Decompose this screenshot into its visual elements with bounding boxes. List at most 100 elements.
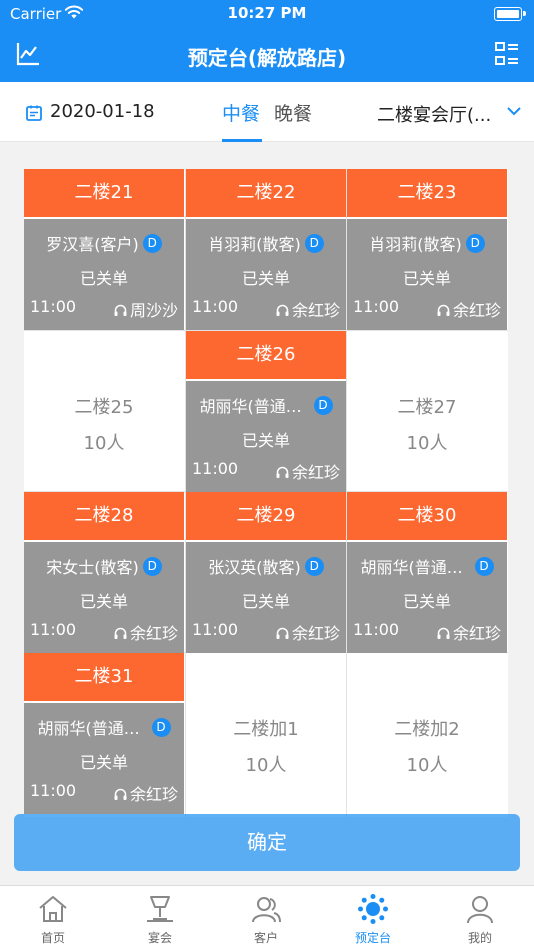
clock: 10:27 PM: [227, 4, 307, 22]
staff-name: 余红珍: [291, 301, 340, 320]
headset-icon: [114, 304, 127, 316]
battery-icon: [494, 7, 526, 21]
booking-info: 肖羽莉(散客) D 已关单 11:00 余红珍: [347, 219, 507, 330]
headset-icon: [276, 627, 289, 639]
booking-status: 已关单: [79, 753, 128, 772]
room-name: 二楼加1: [233, 719, 299, 740]
hall-selector[interactable]: 二楼宴会厅(...: [377, 101, 491, 127]
room-card-booked[interactable]: 二楼28 宋女士(散客) D 已关单 11:00 余红珍: [24, 492, 184, 653]
room-capacity: 10人: [406, 433, 448, 454]
room-name: 二楼31: [24, 653, 184, 701]
confirm-button[interactable]: 确定: [14, 814, 520, 871]
booking-status: 已关单: [402, 592, 451, 611]
guest-name: 胡丽华(普通会员): [199, 397, 310, 416]
tab-label: 客户: [253, 931, 278, 945]
room-card-empty[interactable]: 二楼加1 10人: [186, 653, 346, 814]
room-name: 二楼25: [74, 397, 134, 418]
room-card-booked[interactable]: 二楼21 罗汉喜(客户) D 已关单 11:00 周沙沙: [24, 169, 184, 330]
d-badge-icon: D: [465, 233, 485, 253]
staff-name: 余红珍: [291, 463, 340, 482]
room-name: 二楼加2: [394, 719, 460, 740]
tab-profile[interactable]: 我的: [427, 886, 533, 950]
guest-name: 罗汉喜(客户): [46, 235, 139, 254]
booking-status: 已关单: [241, 431, 290, 450]
room-grid: 二楼21 罗汉喜(客户) D 已关单 11:00 周沙沙 二楼22 肖羽莉(散客)…: [24, 169, 508, 817]
guest-name: 肖羽莉(散客): [208, 235, 301, 254]
guest-name: 宋女士(散客): [46, 558, 139, 577]
date-picker[interactable]: 2020-01-18: [50, 101, 155, 122]
booking-icon: [358, 894, 388, 924]
room-card-empty[interactable]: 二楼25 10人: [24, 331, 184, 492]
headset-icon: [114, 788, 127, 800]
booking-time: 11:00: [30, 620, 77, 639]
guest-name: 胡丽华(普通会员): [37, 719, 148, 738]
booking-status: 已关单: [241, 592, 290, 611]
room-card-booked[interactable]: 二楼26 胡丽华(普通会员)D 已关单 11:00 余红珍: [186, 331, 346, 492]
tab-bar: 首页 宴会 客户 预定台 我的: [0, 885, 534, 950]
booking-info: 肖羽莉(散客) D 已关单 11:00 余红珍: [186, 219, 346, 330]
room-name: 二楼23: [347, 169, 507, 217]
room-name: 二楼21: [24, 169, 184, 217]
staff-name: 余红珍: [452, 301, 501, 320]
page-title: 预定台(解放路店): [187, 46, 347, 70]
tab-label: 首页: [40, 931, 65, 945]
booking-time: 11:00: [192, 297, 239, 316]
booking-status: 已关单: [241, 269, 290, 288]
room-card-booked[interactable]: 二楼30 胡丽华(普通会员)D 已关单 11:00 余红珍: [347, 492, 507, 653]
room-card-booked[interactable]: 二楼22 肖羽莉(散客) D 已关单 11:00 余红珍: [186, 169, 346, 330]
home-icon: [39, 896, 67, 922]
booking-info: 胡丽华(普通会员)D 已关单 11:00 余红珍: [186, 381, 346, 492]
d-badge-icon: D: [142, 233, 162, 253]
banquet-icon: [147, 896, 173, 922]
staff-name: 余红珍: [129, 624, 178, 643]
staff-name: 余红珍: [452, 624, 501, 643]
nav-bar: 预定台(解放路店): [0, 30, 534, 82]
guest-name: 张汉英(散客): [208, 558, 301, 577]
calendar-icon[interactable]: [25, 104, 43, 122]
headset-icon: [276, 304, 289, 316]
booking-info: 罗汉喜(客户) D 已关单 11:00 周沙沙: [24, 219, 184, 330]
profile-icon: [467, 896, 493, 924]
booking-time: 11:00: [30, 297, 77, 316]
list-menu-icon[interactable]: [494, 40, 520, 68]
room-name: 二楼29: [186, 492, 346, 540]
booking-time: 11:00: [192, 620, 239, 639]
room-card-empty[interactable]: 二楼加2 10人: [347, 653, 507, 814]
booking-info: 宋女士(散客) D 已关单 11:00 余红珍: [24, 542, 184, 653]
tab-home[interactable]: 首页: [0, 886, 106, 950]
d-badge-icon: D: [474, 556, 494, 576]
d-badge-icon: D: [313, 395, 333, 415]
tab-banquet[interactable]: 宴会: [107, 886, 213, 950]
room-capacity: 10人: [245, 755, 287, 776]
tab-customer[interactable]: 客户: [213, 886, 319, 950]
room-card-booked[interactable]: 二楼23 肖羽莉(散客) D 已关单 11:00 余红珍: [347, 169, 507, 330]
headset-icon: [114, 627, 127, 639]
tab-label: 宴会: [147, 931, 172, 945]
room-card-booked[interactable]: 二楼31 胡丽华(普通会员)D 已关单 11:00 余红珍: [24, 653, 184, 814]
booking-info: 张汉英(散客) D 已关单 11:00 余红珍: [186, 542, 346, 653]
d-badge-icon: D: [304, 233, 324, 253]
d-badge-icon: D: [142, 556, 162, 576]
headset-icon: [437, 304, 450, 316]
room-capacity: 10人: [406, 755, 448, 776]
room-name: 二楼26: [186, 331, 346, 379]
guest-name: 胡丽华(普通会员): [360, 558, 471, 577]
active-tab-indicator: [222, 139, 262, 142]
room-card-booked[interactable]: 二楼29 张汉英(散客) D 已关单 11:00 余红珍: [186, 492, 346, 653]
tab-booking[interactable]: 预定台: [320, 886, 426, 950]
booking-time: 11:00: [192, 459, 239, 478]
booking-status: 已关单: [402, 269, 451, 288]
tab-dinner[interactable]: 晚餐: [274, 99, 312, 126]
staff-name: 余红珍: [129, 785, 178, 804]
d-badge-icon: D: [151, 717, 171, 737]
guest-name: 肖羽莉(散客): [369, 235, 462, 254]
chevron-down-icon[interactable]: [506, 106, 522, 116]
room-card-empty[interactable]: 二楼27 10人: [347, 331, 507, 492]
room-name: 二楼22: [186, 169, 346, 217]
d-badge-icon: D: [304, 556, 324, 576]
tab-lunch[interactable]: 中餐: [222, 99, 260, 126]
customer-icon: [252, 897, 281, 923]
booking-status: 已关单: [79, 592, 128, 611]
room-name: 二楼28: [24, 492, 184, 540]
booking-time: 11:00: [353, 620, 400, 639]
